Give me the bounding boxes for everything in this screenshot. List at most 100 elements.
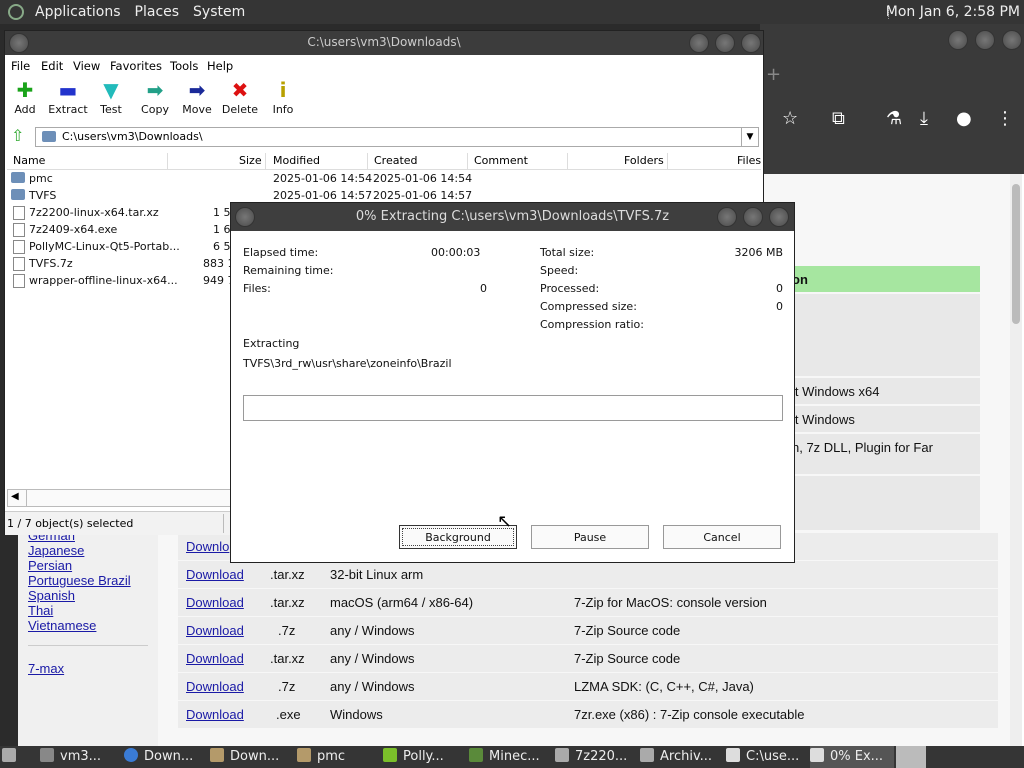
description: 7zr.exe (x86) : 7-Zip console executable <box>574 707 805 722</box>
7zip-icon <box>810 748 824 762</box>
horizontal-scrollbar[interactable]: ◀ <box>7 489 234 507</box>
task-archive-manager[interactable]: Archiv... <box>640 746 712 768</box>
download-icon[interactable]: ⤓ <box>920 108 928 129</box>
column-divider <box>567 153 568 169</box>
col-name[interactable]: Name <box>13 154 45 167</box>
task-downloads[interactable]: Down... <box>210 746 279 768</box>
info-button[interactable]: i Info <box>258 79 308 116</box>
menu-view[interactable]: View <box>73 59 100 73</box>
download-link[interactable]: Downlo <box>186 539 229 554</box>
download-link[interactable]: Download <box>186 707 244 722</box>
dialog-titlebar[interactable]: 0% Extracting C:\users\vm3\Downloads\TVF… <box>231 203 794 231</box>
browser-maximize-button[interactable] <box>975 30 995 50</box>
file-size: 1 5 <box>213 206 231 219</box>
task-label: Down... <box>230 749 280 764</box>
dialog-menu-button[interactable] <box>235 207 255 227</box>
fm-minimize-button[interactable] <box>689 33 709 53</box>
processed-value: 0 <box>776 282 783 295</box>
col-size[interactable]: Size <box>239 154 262 167</box>
col-folders[interactable]: Folders <box>624 154 664 167</box>
dialog-maximize-button[interactable] <box>743 207 763 227</box>
browser-close-button[interactable] <box>1002 30 1022 50</box>
fm-maximize-button[interactable] <box>715 33 735 53</box>
task-browser[interactable]: Down... <box>124 746 193 768</box>
extract-icon: ▬ <box>58 78 78 102</box>
lang-link-thai[interactable]: Thai <box>28 603 53 618</box>
download-link[interactable]: Download <box>186 623 244 638</box>
menu-edit[interactable]: Edit <box>41 59 63 73</box>
show-desktop-button[interactable] <box>2 746 22 768</box>
workspace-switcher[interactable] <box>896 746 926 768</box>
task-pollymc[interactable]: Polly... <box>383 746 444 768</box>
col-files[interactable]: Files <box>737 154 761 167</box>
file-manager-titlebar[interactable]: C:\users\vm3\Downloads\ <box>5 31 763 55</box>
col-comment[interactable]: Comment <box>474 154 528 167</box>
column-divider <box>367 153 368 169</box>
download-link[interactable]: Download <box>186 567 244 582</box>
elapsed-value: 00:00:03 <box>431 246 481 259</box>
cancel-button[interactable]: Cancel <box>663 525 781 549</box>
fm-close-button[interactable] <box>741 33 761 53</box>
scrollbar-thumb[interactable] <box>1012 184 1020 324</box>
folder-icon <box>42 131 56 142</box>
menu-tools[interactable]: Tools <box>170 59 198 73</box>
extensions-icon[interactable]: ⧉ <box>832 108 845 129</box>
dialog-minimize-button[interactable] <box>717 207 737 227</box>
task-extracting[interactable]: 0% Ex... <box>810 746 894 768</box>
description: 7-Zip Source code <box>574 623 681 638</box>
lang-link-spanish[interactable]: Spanish <box>28 588 75 603</box>
col-created[interactable]: Created <box>374 154 418 167</box>
window-menu-button[interactable] <box>9 33 29 53</box>
clock[interactable]: Mon Jan 6, 2:58 PM <box>886 4 1020 20</box>
file-row[interactable]: pmc 2025-01-06 14:54 2025-01-06 14:54 <box>7 171 761 187</box>
folder-icon <box>210 748 224 762</box>
task-minecraft[interactable]: Minec... <box>469 746 540 768</box>
page-scrollbar[interactable] <box>1010 174 1022 746</box>
col-modified[interactable]: Modified <box>273 154 320 167</box>
download-link[interactable]: Download <box>186 595 244 610</box>
task-label: C:\use... <box>746 749 800 764</box>
action-label: Extracting <box>243 337 300 350</box>
task-7z2200[interactable]: 7z220... <box>555 746 627 768</box>
more-menu-icon[interactable]: ⋮ <box>996 108 1014 129</box>
pause-button[interactable]: Pause <box>531 525 649 549</box>
path-text: C:\users\vm3\Downloads\ <box>62 130 203 143</box>
test-button[interactable]: ▼ Test <box>86 79 136 116</box>
menu-file[interactable]: File <box>11 59 30 73</box>
up-folder-icon[interactable]: ⇧ <box>11 126 24 145</box>
bookmark-star-icon[interactable]: ☆ <box>782 108 798 129</box>
system-logo-icon[interactable] <box>8 4 24 20</box>
download-link[interactable]: Download <box>186 651 244 666</box>
path-dropdown-icon[interactable]: ▼ <box>741 128 758 146</box>
lang-link-portuguese-brazil[interactable]: Portuguese Brazil <box>28 573 131 588</box>
folder-icon <box>11 189 25 200</box>
file-list-header: Name Size Modified Created Comment Folde… <box>7 153 761 170</box>
menu-applications[interactable]: Applications <box>28 4 128 20</box>
task-terminal[interactable]: vm3... <box>40 746 101 768</box>
new-tab-icon[interactable]: + <box>766 64 781 85</box>
menu-places[interactable]: Places <box>128 4 187 20</box>
lang-link-japanese[interactable]: Japanese <box>28 543 84 558</box>
labs-flask-icon[interactable]: ⚗ <box>886 108 902 129</box>
terminal-icon <box>40 748 54 762</box>
lang-link-persian[interactable]: Persian <box>28 558 72 573</box>
menu-help[interactable]: Help <box>207 59 233 73</box>
task-pmc[interactable]: pmc <box>297 746 345 768</box>
profile-icon[interactable]: ● <box>956 108 972 129</box>
browser-minimize-button[interactable] <box>948 30 968 50</box>
download-link[interactable]: Download <box>186 679 244 694</box>
scroll-left-icon[interactable]: ◀ <box>11 491 19 502</box>
dialog-close-button[interactable] <box>769 207 789 227</box>
task-7zip-fm[interactable]: C:\use... <box>726 746 799 768</box>
file-created: 2025-01-06 14:54 <box>373 172 473 185</box>
description: LZMA SDK: (C, C++, C#, Java) <box>574 679 754 694</box>
file-icon <box>13 274 25 288</box>
menu-system[interactable]: System <box>186 4 252 20</box>
path-field[interactable]: C:\users\vm3\Downloads\ ▼ <box>35 127 759 147</box>
link-7-max[interactable]: 7-max <box>28 661 64 676</box>
lang-link-vietnamese[interactable]: Vietnamese <box>28 618 96 633</box>
menu-favorites[interactable]: Favorites <box>110 59 162 73</box>
minecraft-icon <box>469 748 483 762</box>
file-name: TVFS.7z <box>29 257 73 270</box>
file-name: wrapper-offline-linux-x64... <box>29 274 178 287</box>
